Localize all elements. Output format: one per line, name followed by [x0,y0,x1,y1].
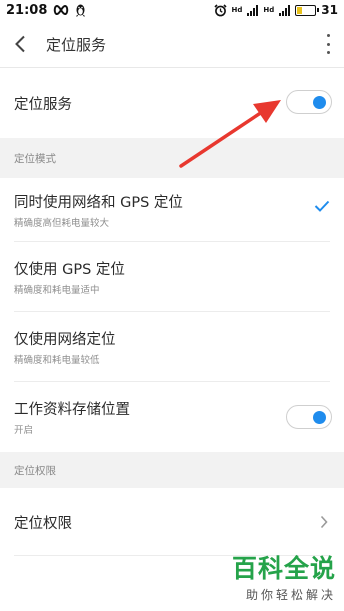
watermark-logo: 百科全说 助你轻松解决 [232,549,336,603]
annotation-arrow-icon [179,100,281,168]
watermark-main: 百科全说 [231,554,336,583]
watermark-sub: 助你轻松解决 [245,588,336,602]
